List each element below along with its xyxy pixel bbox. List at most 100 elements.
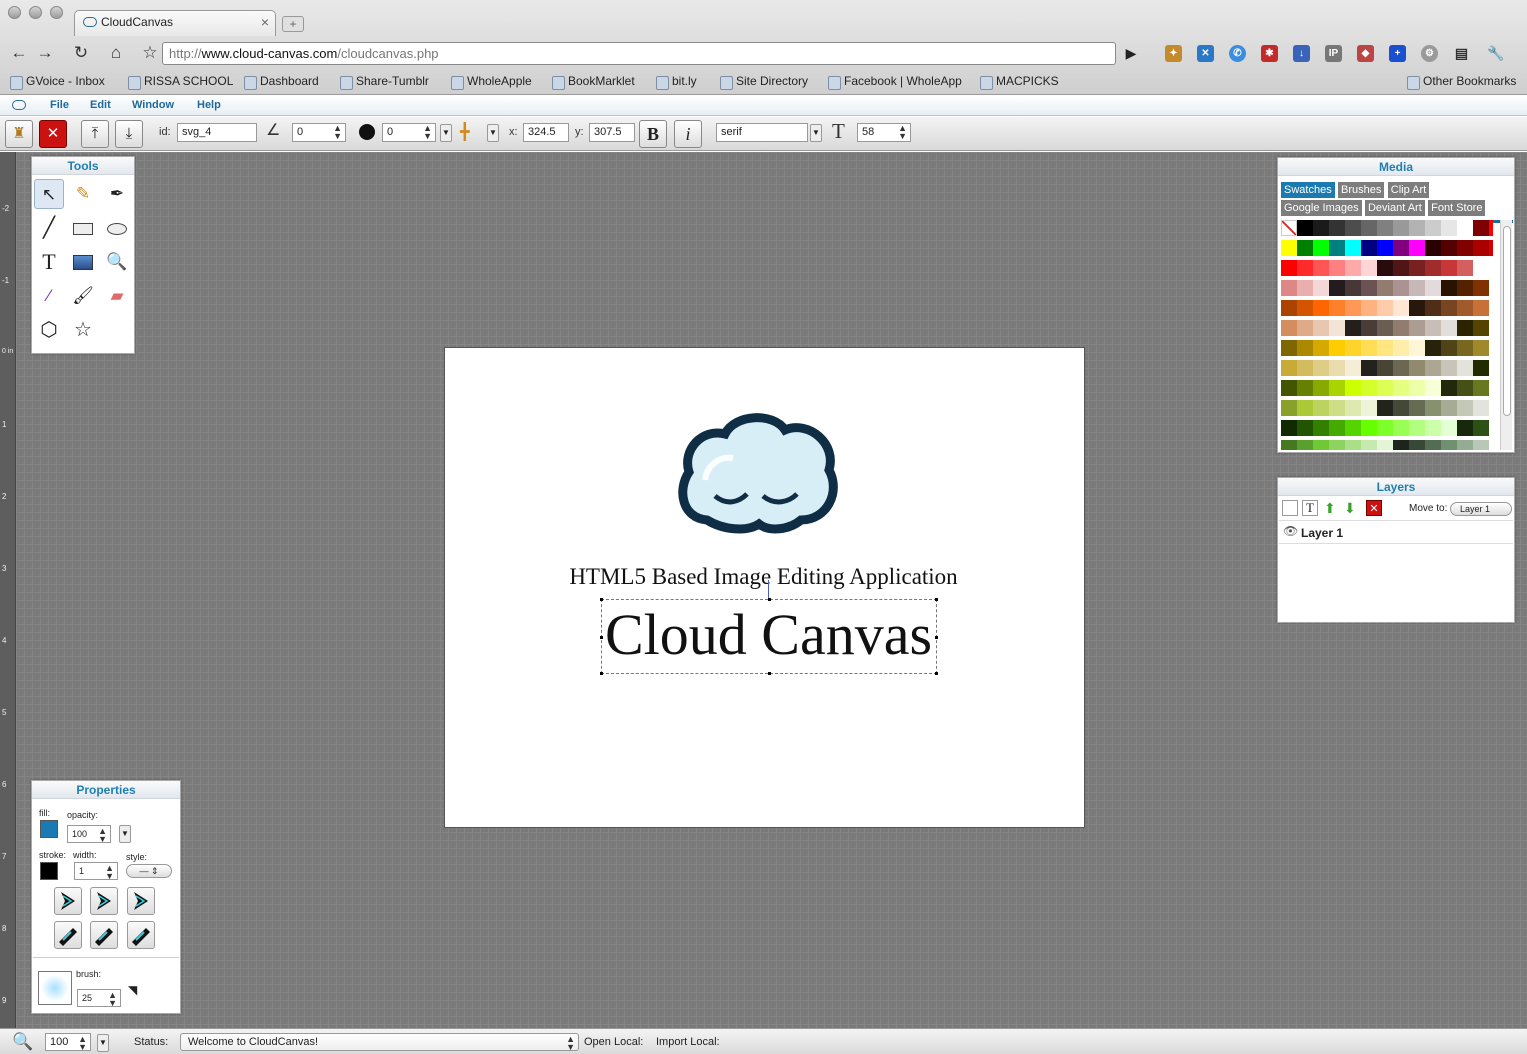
color-swatch[interactable] bbox=[1281, 240, 1297, 256]
color-swatch[interactable] bbox=[1281, 400, 1297, 416]
color-swatch[interactable] bbox=[1345, 400, 1361, 416]
bookmark-item[interactable]: RISSA SCHOOL bbox=[128, 74, 233, 90]
color-swatch[interactable] bbox=[1377, 400, 1393, 416]
color-swatch[interactable] bbox=[1473, 240, 1489, 256]
gear-icon[interactable]: ⚙ bbox=[1421, 45, 1438, 62]
blur-dropdown[interactable]: ▼ bbox=[440, 124, 452, 142]
extension-icon[interactable]: ✦ bbox=[1165, 45, 1182, 62]
color-swatch[interactable] bbox=[1297, 420, 1313, 436]
color-swatch[interactable] bbox=[1457, 340, 1473, 356]
color-swatch[interactable] bbox=[1281, 320, 1297, 336]
stepper-icon[interactable]: ▲ ▼ bbox=[78, 1035, 87, 1052]
color-swatch[interactable] bbox=[1457, 360, 1473, 376]
drawing-canvas[interactable]: HTML5 Based Image Editing Application Cl… bbox=[444, 347, 1085, 828]
color-swatch[interactable] bbox=[1377, 220, 1393, 236]
color-swatch[interactable] bbox=[1393, 260, 1409, 276]
color-swatch[interactable] bbox=[1361, 220, 1377, 236]
color-swatch[interactable] bbox=[1377, 240, 1393, 256]
color-swatch[interactable] bbox=[1345, 360, 1361, 376]
italic-button[interactable]: i bbox=[674, 120, 702, 148]
delete-button[interactable]: ✕ bbox=[39, 120, 67, 148]
color-swatch[interactable] bbox=[1329, 400, 1345, 416]
color-swatch[interactable] bbox=[1345, 440, 1361, 450]
extension-icon[interactable]: ✕ bbox=[1197, 45, 1214, 62]
bookmark-item[interactable]: Facebook | WholeApp bbox=[828, 74, 962, 90]
color-swatch[interactable] bbox=[1313, 260, 1329, 276]
canvas-title[interactable]: Cloud Canvas bbox=[445, 600, 1092, 670]
color-swatch[interactable] bbox=[1441, 380, 1457, 396]
color-swatch[interactable] bbox=[1393, 400, 1409, 416]
brush-size-input[interactable]: 25 ▲ ▼ bbox=[77, 989, 121, 1008]
color-swatch[interactable] bbox=[1345, 240, 1361, 256]
color-swatch[interactable] bbox=[1393, 420, 1409, 436]
marker-end-button[interactable] bbox=[127, 887, 155, 915]
color-swatch[interactable] bbox=[1345, 300, 1361, 316]
layer-up-icon[interactable]: ⬆ bbox=[1324, 500, 1340, 516]
color-swatch[interactable] bbox=[1313, 280, 1329, 296]
menu-window[interactable]: Window bbox=[132, 99, 174, 111]
color-swatch[interactable] bbox=[1425, 320, 1441, 336]
bookmark-item[interactable]: BookMarklet bbox=[552, 74, 635, 90]
font-family-input[interactable]: serif bbox=[716, 123, 808, 142]
color-swatch[interactable] bbox=[1361, 340, 1377, 356]
color-swatch[interactable] bbox=[1329, 440, 1345, 450]
close-window-button[interactable] bbox=[8, 6, 21, 19]
pencil-tool-icon[interactable]: ✎ bbox=[68, 179, 98, 209]
color-swatch[interactable] bbox=[1297, 340, 1313, 356]
color-swatch[interactable] bbox=[1425, 360, 1441, 376]
bookmark-item[interactable]: GVoice - Inbox bbox=[10, 74, 105, 90]
swatch-scrollbar[interactable] bbox=[1500, 220, 1512, 450]
color-swatch[interactable] bbox=[1377, 300, 1393, 316]
bold-button[interactable]: B bbox=[639, 120, 667, 148]
tab-google-images[interactable]: Google Images bbox=[1281, 200, 1362, 216]
font-size-input[interactable]: 58 ▲ ▼ bbox=[857, 123, 911, 142]
color-swatch[interactable] bbox=[1313, 320, 1329, 336]
color-swatch[interactable] bbox=[1473, 280, 1489, 296]
menu-file[interactable]: File bbox=[50, 99, 69, 111]
color-swatch[interactable] bbox=[1297, 280, 1313, 296]
scrollbar-thumb[interactable] bbox=[1503, 226, 1511, 416]
color-swatch[interactable] bbox=[1393, 280, 1409, 296]
color-swatch[interactable] bbox=[1409, 220, 1425, 236]
eraser-tool-icon[interactable]: ▰ bbox=[102, 281, 132, 311]
rectangle-tool-icon[interactable] bbox=[68, 213, 98, 243]
color-swatch[interactable] bbox=[1473, 320, 1489, 336]
extension-icon[interactable]: ◆ bbox=[1357, 45, 1374, 62]
color-swatch[interactable] bbox=[1361, 260, 1377, 276]
image-tool-icon[interactable] bbox=[68, 247, 98, 277]
color-swatch[interactable] bbox=[1297, 300, 1313, 316]
resize-handle[interactable] bbox=[768, 672, 771, 675]
color-swatch[interactable] bbox=[1441, 280, 1457, 296]
forward-button[interactable]: → bbox=[34, 42, 56, 64]
color-swatch[interactable] bbox=[1313, 300, 1329, 316]
phone-extension-icon[interactable]: ✆ bbox=[1229, 45, 1246, 62]
extension-icon[interactable]: ✱ bbox=[1261, 45, 1278, 62]
marker-start-button[interactable] bbox=[54, 887, 82, 915]
stroke-width-input[interactable]: 1 ▲ ▼ bbox=[74, 862, 118, 881]
tab-deviant-art[interactable]: Deviant Art bbox=[1364, 200, 1425, 216]
zoom-input[interactable]: 100 ▲ ▼ bbox=[45, 1033, 91, 1052]
color-swatch[interactable] bbox=[1361, 440, 1377, 450]
color-swatch[interactable] bbox=[1361, 420, 1377, 436]
tab-swatches[interactable]: Swatches bbox=[1281, 182, 1335, 198]
bookmark-item[interactable]: Site Directory bbox=[720, 74, 808, 90]
cap-round-button[interactable] bbox=[90, 921, 118, 949]
color-swatch[interactable] bbox=[1473, 420, 1489, 436]
bookmark-item[interactable]: bit.ly bbox=[656, 74, 697, 90]
color-swatch[interactable] bbox=[1281, 280, 1297, 296]
zoom-tool-icon[interactable]: 🔍 bbox=[102, 247, 132, 277]
wrench-icon[interactable]: 🔧 bbox=[1487, 45, 1504, 62]
color-swatch[interactable] bbox=[1361, 360, 1377, 376]
reload-button[interactable]: ↻ bbox=[70, 42, 92, 64]
color-swatch[interactable] bbox=[1473, 220, 1489, 236]
color-swatch[interactable] bbox=[1441, 340, 1457, 356]
color-swatch[interactable] bbox=[1281, 260, 1297, 276]
zoom-dropdown[interactable]: ▼ bbox=[97, 1034, 109, 1052]
color-swatch[interactable] bbox=[1441, 420, 1457, 436]
resize-handle[interactable] bbox=[935, 672, 938, 675]
color-swatch[interactable] bbox=[1281, 420, 1297, 436]
color-swatch[interactable] bbox=[1441, 240, 1457, 256]
color-swatch[interactable] bbox=[1393, 320, 1409, 336]
color-swatch[interactable] bbox=[1409, 400, 1425, 416]
y-input[interactable]: 307.5 bbox=[589, 123, 635, 142]
